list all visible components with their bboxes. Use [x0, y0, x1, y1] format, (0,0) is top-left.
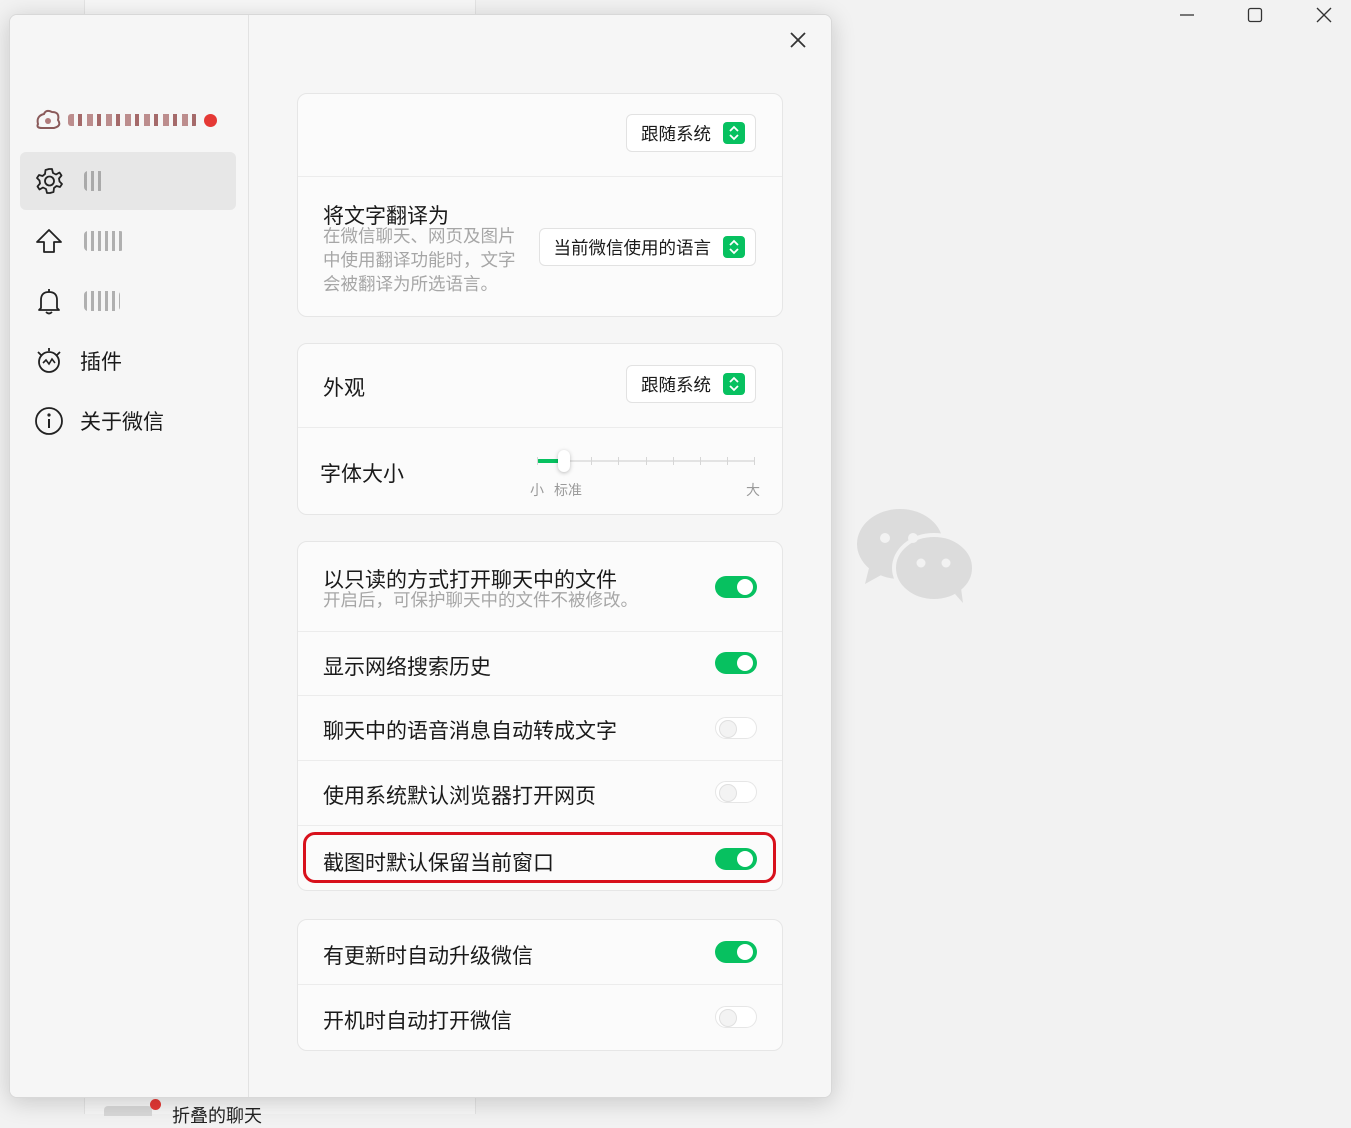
- maximize-icon[interactable]: [1242, 4, 1268, 26]
- auto-start-title: 开机时自动打开微信: [323, 1010, 512, 1033]
- chat-list-item-label[interactable]: 折叠的聊天: [172, 1102, 262, 1128]
- close-button[interactable]: [785, 27, 811, 53]
- sidebar-item-label: 插件: [80, 351, 122, 374]
- redacted-label: [84, 171, 104, 191]
- close-icon[interactable]: [1311, 4, 1337, 26]
- plugin-icon: [34, 346, 64, 376]
- close-icon: [790, 32, 806, 48]
- slider-tick: [618, 457, 619, 465]
- wechat-logo-icon: [855, 506, 977, 611]
- gear-icon: [34, 166, 64, 196]
- redacted-label: [84, 231, 124, 251]
- divider: [298, 984, 782, 985]
- status-dot: [204, 113, 217, 127]
- sidebar-item-label: 关于微信: [80, 411, 164, 434]
- appearance-select-value: 跟随系统: [641, 374, 711, 395]
- screenshot-keep-window-toggle[interactable]: [715, 848, 757, 870]
- slider-tick: [646, 457, 647, 465]
- sidebar-item-general[interactable]: [20, 152, 236, 210]
- slider-tick: [727, 457, 728, 465]
- appearance-select[interactable]: 跟随系统: [626, 365, 756, 403]
- font-size-label-small: 小: [530, 482, 544, 498]
- chat-options-card: 以只读的方式打开聊天中的文件 开启后，可保护聊天中的文件不被修改。 显示网络搜索…: [297, 541, 783, 891]
- slider-tick: [537, 457, 538, 465]
- search-history-title: 显示网络搜索历史: [323, 656, 491, 679]
- slider-tick: [673, 457, 674, 465]
- divider: [298, 760, 782, 761]
- sidebar-item-upload[interactable]: [20, 212, 236, 270]
- settings-sidebar: 插件 关于微信: [10, 15, 249, 1097]
- startup-card: 有更新时自动升级微信 开机时自动打开微信: [297, 919, 783, 1051]
- system-browser-toggle[interactable]: [715, 781, 757, 803]
- divider: [298, 631, 782, 632]
- slider-tick: [591, 457, 592, 465]
- select-arrows-icon: [723, 373, 745, 395]
- appearance-card: 外观 跟随系统 字体大小 小 标准 大: [297, 343, 783, 515]
- screenshot-keep-window-title: 截图时默认保留当前窗口: [323, 852, 554, 875]
- select-arrows-icon: [723, 236, 745, 258]
- font-size-label-large: 大: [746, 482, 760, 498]
- font-size-label-standard: 标准: [554, 482, 582, 498]
- settings-content: 跟随系统 将文字翻译为 在微信聊天、网页及图片 中使用翻译功能时，文字 会被翻译…: [249, 15, 831, 1097]
- search-history-toggle[interactable]: [715, 652, 757, 674]
- info-icon: [34, 406, 64, 436]
- font-size-title: 字体大小: [320, 463, 404, 486]
- auto-update-toggle[interactable]: [715, 941, 757, 963]
- system-browser-title: 使用系统默认浏览器打开网页: [323, 785, 596, 808]
- language-select-value: 跟随系统: [641, 123, 711, 144]
- voice-to-text-title: 聊天中的语音消息自动转成文字: [323, 720, 617, 743]
- bell-icon: [34, 286, 64, 316]
- slider-thumb[interactable]: [558, 450, 570, 472]
- readonly-files-toggle[interactable]: [715, 576, 757, 598]
- user-profile: [34, 107, 217, 133]
- auto-start-toggle[interactable]: [715, 1006, 757, 1028]
- divider: [298, 176, 782, 177]
- voice-to-text-toggle[interactable]: [715, 717, 757, 739]
- sidebar-item-plugins[interactable]: 插件: [20, 332, 236, 390]
- settings-dialog: 插件 关于微信 跟随系统 将文字翻译为 在微信聊天、网页及图片 中使用翻译功能时…: [9, 14, 832, 1098]
- divider: [298, 695, 782, 696]
- select-arrows-icon: [723, 122, 745, 144]
- readonly-files-description: 开启后，可保护聊天中的文件不被修改。: [323, 590, 638, 610]
- translate-description: 在微信聊天、网页及图片 中使用翻译功能时，文字 会被翻译为所选语言。: [323, 226, 516, 294]
- divider: [298, 427, 782, 428]
- translate-language-select[interactable]: 当前微信使用的语言: [538, 228, 756, 266]
- unread-dot: [150, 1099, 161, 1110]
- divider: [298, 825, 782, 826]
- auto-update-title: 有更新时自动升级微信: [323, 945, 533, 968]
- arrow-up-icon: [34, 226, 64, 256]
- appearance-title: 外观: [323, 377, 365, 400]
- language-select[interactable]: 跟随系统: [626, 114, 756, 152]
- translate-select-value: 当前微信使用的语言: [553, 237, 712, 258]
- user-name-redacted: [68, 114, 198, 126]
- minimize-icon[interactable]: [1174, 4, 1200, 26]
- slider-tick: [754, 457, 755, 465]
- slider-tick: [700, 457, 701, 465]
- sidebar-item-notifications[interactable]: [20, 272, 236, 330]
- chat-avatar: [104, 1106, 152, 1116]
- avatar: [36, 109, 61, 129]
- redacted-label: [84, 291, 120, 311]
- language-card: 跟随系统 将文字翻译为 在微信聊天、网页及图片 中使用翻译功能时，文字 会被翻译…: [297, 93, 783, 317]
- sidebar-item-about[interactable]: 关于微信: [20, 392, 236, 450]
